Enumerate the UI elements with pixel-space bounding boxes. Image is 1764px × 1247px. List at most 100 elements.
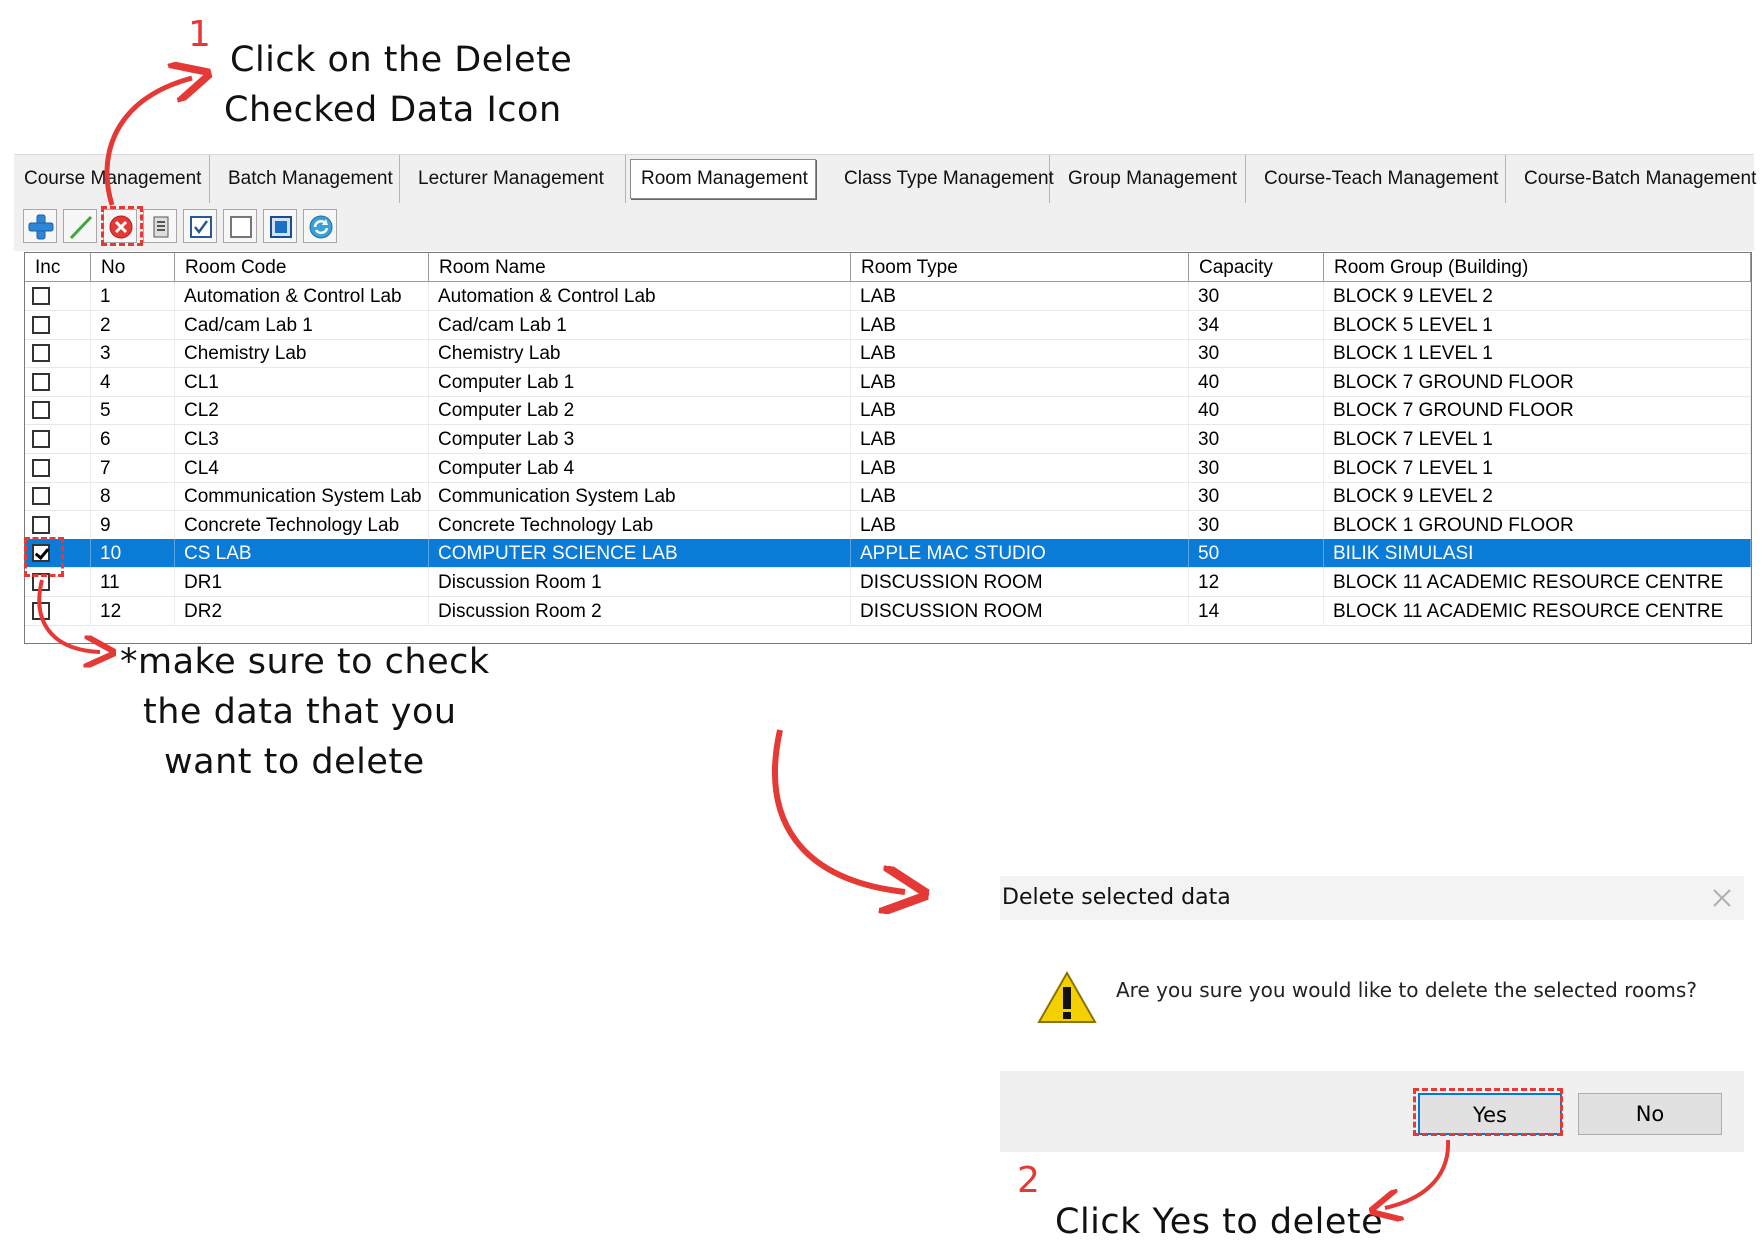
cell-group: BLOCK 7 LEVEL 1 — [1324, 453, 1751, 482]
cell-code: DR1 — [175, 568, 429, 596]
print-button[interactable] — [143, 209, 177, 243]
cell-name: Computer Lab 1 — [429, 367, 851, 396]
cell-no: 4 — [91, 367, 175, 396]
row-checkbox[interactable] — [32, 315, 50, 334]
table-row[interactable]: 1 Automation & Control Lab Automation & Co… — [25, 282, 1751, 311]
header-inc[interactable]: Inc — [25, 253, 91, 281]
inc-cell — [25, 510, 91, 539]
check-note-line-1: *make sure to check — [120, 642, 490, 682]
cell-group: BLOCK 11 ACADEMIC RESOURCE CENTRE — [1324, 568, 1751, 596]
cell-name: Computer Lab 2 — [429, 396, 851, 425]
table-row[interactable]: 10 CS LAB COMPUTER SCIENCE LAB APPLE MAC ST… — [25, 539, 1751, 569]
close-icon[interactable] — [1712, 888, 1732, 908]
uncheck-all-button[interactable] — [223, 209, 257, 243]
cell-type: LAB — [851, 510, 1189, 539]
row-checkbox[interactable] — [32, 601, 50, 620]
cell-code: CL3 — [175, 425, 429, 453]
cell-name: Communication System Lab — [429, 482, 851, 511]
header-capacity[interactable]: Capacity — [1189, 253, 1324, 281]
table-row[interactable]: 7 CL4 Computer Lab 4 LAB 30 BLOCK 7 LEVEL 1 — [25, 453, 1751, 483]
cell-no: 5 — [91, 396, 175, 425]
header-no[interactable]: No — [91, 253, 175, 281]
cell-no: 8 — [91, 482, 175, 511]
cell-no: 12 — [91, 596, 175, 625]
select-button[interactable] — [263, 209, 297, 243]
tab-course-management[interactable]: Course Management — [14, 155, 210, 203]
cell-group: BLOCK 1 LEVEL 1 — [1324, 339, 1751, 368]
cell-capacity: 30 — [1189, 425, 1324, 453]
dialog-body: Are you sure you would like to delete th… — [1000, 920, 1744, 1071]
uncheck-all-icon — [230, 216, 252, 238]
table-row[interactable]: 3 Chemistry Lab Chemistry Lab LAB 30 BLOCK 1 … — [25, 339, 1751, 369]
dialog-message: Are you sure you would like to delete th… — [1116, 978, 1697, 1002]
row-checkbox[interactable] — [32, 458, 50, 477]
cell-name: Automation & Control Lab — [429, 282, 851, 310]
row-checkbox[interactable] — [32, 287, 50, 305]
table-row[interactable]: 8 Communication System Lab Communication S… — [25, 482, 1751, 512]
highlight-checked-box — [24, 537, 64, 577]
cell-no: 7 — [91, 453, 175, 482]
edit-button[interactable] — [63, 209, 97, 243]
table-row[interactable]: 4 CL1 Computer Lab 1 LAB 40 BLOCK 7 GROUND FL… — [25, 367, 1751, 397]
step-1-text-line-1: Click on the Delete — [230, 40, 573, 80]
cell-capacity: 14 — [1189, 596, 1324, 625]
header-room-code[interactable]: Room Code — [175, 253, 429, 281]
header-room-type[interactable]: Room Type — [851, 253, 1189, 281]
cell-code: Cad/cam Lab 1 — [175, 310, 429, 339]
tab-lecturer-management[interactable]: Lecturer Management — [400, 155, 626, 203]
cell-name: Computer Lab 3 — [429, 425, 851, 453]
row-checkbox[interactable] — [32, 372, 50, 391]
tab-course-teach-management[interactable]: Course-Teach Management — [1246, 155, 1506, 203]
row-checkbox[interactable] — [32, 401, 50, 420]
highlight-delete-icon — [101, 206, 143, 246]
dialog-title-bar: Delete selected data — [1000, 876, 1744, 920]
header-room-name[interactable]: Room Name — [429, 253, 851, 281]
cell-capacity: 34 — [1189, 310, 1324, 339]
add-button[interactable] — [23, 209, 57, 243]
refresh-button[interactable] — [303, 209, 337, 243]
table-row[interactable]: 11 DR1 Discussion Room 1 DISCUSSION ROOM 12 B… — [25, 568, 1751, 597]
row-checkbox[interactable] — [32, 487, 50, 506]
cell-name: COMPUTER SCIENCE LAB — [429, 539, 851, 568]
select-icon — [270, 216, 292, 238]
row-checkbox[interactable] — [32, 430, 50, 448]
step-2-text: Click Yes to delete — [1055, 1202, 1384, 1242]
cell-type: LAB — [851, 453, 1189, 482]
cell-group: BLOCK 7 GROUND FLOOR — [1324, 396, 1751, 425]
refresh-icon — [309, 215, 333, 239]
step-1-number: 1 — [188, 14, 211, 55]
tab-group-management[interactable]: Group Management — [1050, 155, 1246, 203]
table-row[interactable]: 2 Cad/cam Lab 1 Cad/cam Lab 1 LAB 34 BLOCK 5 … — [25, 310, 1751, 340]
inc-cell — [25, 596, 91, 625]
step-2-number: 2 — [1017, 1160, 1040, 1201]
check-all-button[interactable] — [183, 209, 217, 243]
cell-name: Chemistry Lab — [429, 339, 851, 368]
table-row[interactable]: 12 DR2 Discussion Room 2 DISCUSSION ROOM 14 B… — [25, 596, 1751, 626]
table-row[interactable]: 5 CL2 Computer Lab 2 LAB 40 BLOCK 7 GROUND FL… — [25, 396, 1751, 426]
tab-room-management[interactable]: Room Management — [630, 159, 816, 199]
table-row[interactable]: 6 CL3 Computer Lab 3 LAB 30 BLOCK 7 LEVEL 1 — [25, 425, 1751, 454]
cell-code: CL1 — [175, 367, 429, 396]
row-checkbox[interactable] — [32, 344, 50, 363]
tab-class-type-management[interactable]: Class Type Management — [822, 155, 1054, 203]
row-checkbox[interactable] — [32, 515, 50, 534]
check-note-line-3: want to delete — [164, 742, 425, 782]
cell-type: DISCUSSION ROOM — [851, 596, 1189, 625]
table-row[interactable]: 9 Concrete Technology Lab Concrete Technol… — [25, 510, 1751, 540]
inc-cell — [25, 310, 91, 339]
header-room-group[interactable]: Room Group (Building) — [1324, 253, 1751, 281]
cell-name: Concrete Technology Lab — [429, 510, 851, 539]
cell-capacity: 30 — [1189, 339, 1324, 368]
no-button[interactable]: No — [1578, 1093, 1722, 1135]
cell-code: Chemistry Lab — [175, 339, 429, 368]
cell-type: LAB — [851, 396, 1189, 425]
edit-icon — [69, 215, 93, 240]
rooms-grid: Inc No Room Code Room Name Room Type Cap… — [24, 252, 1752, 644]
print-icon — [153, 216, 169, 238]
cell-type: LAB — [851, 282, 1189, 310]
add-icon — [28, 214, 54, 240]
cell-no: 10 — [91, 539, 175, 568]
tab-batch-management[interactable]: Batch Management — [210, 155, 400, 203]
tab-course-batch-management[interactable]: Course-Batch Management — [1506, 155, 1756, 203]
cell-type: LAB — [851, 310, 1189, 339]
